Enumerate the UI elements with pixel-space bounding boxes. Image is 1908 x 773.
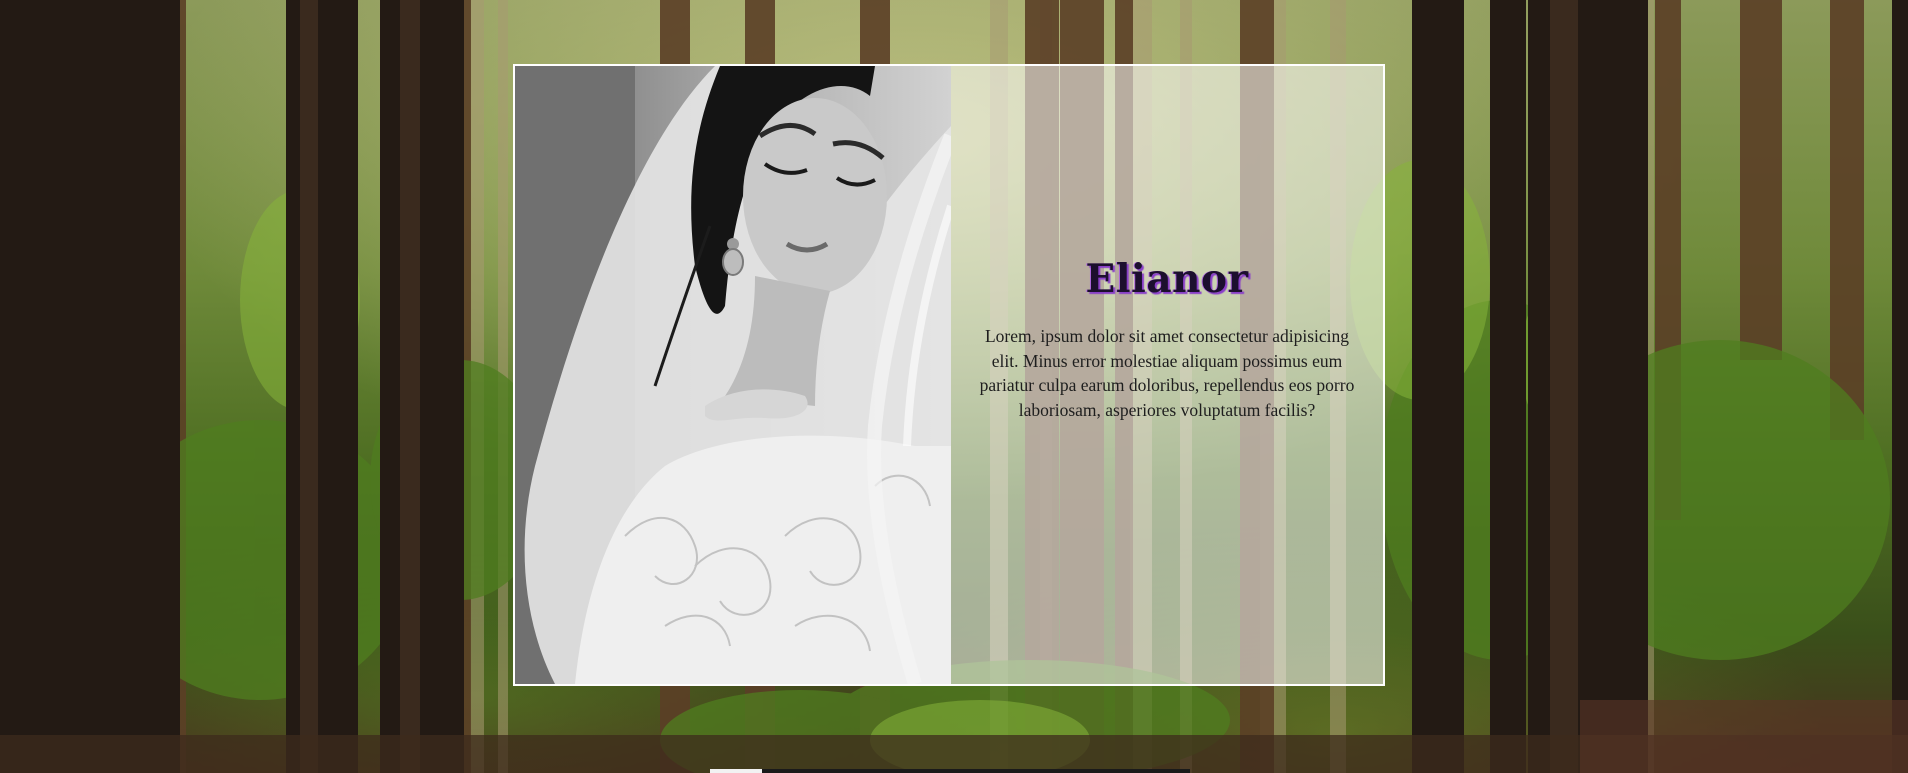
profile-card: Elianor Lorem, ipsum dolor sit amet cons… [513,64,1385,686]
bride-portrait-image [515,66,951,684]
profile-name: Elianor [1085,256,1249,302]
profile-bio: Lorem, ipsum dolor sit amet consectetur … [979,326,1355,420]
scrollbar-thumb[interactable] [710,769,762,773]
profile-text-panel: Elianor Lorem, ipsum dolor sit amet cons… [951,66,1383,684]
horizontal-scrollbar[interactable] [710,769,1190,773]
bride-photo-bw [515,66,951,684]
